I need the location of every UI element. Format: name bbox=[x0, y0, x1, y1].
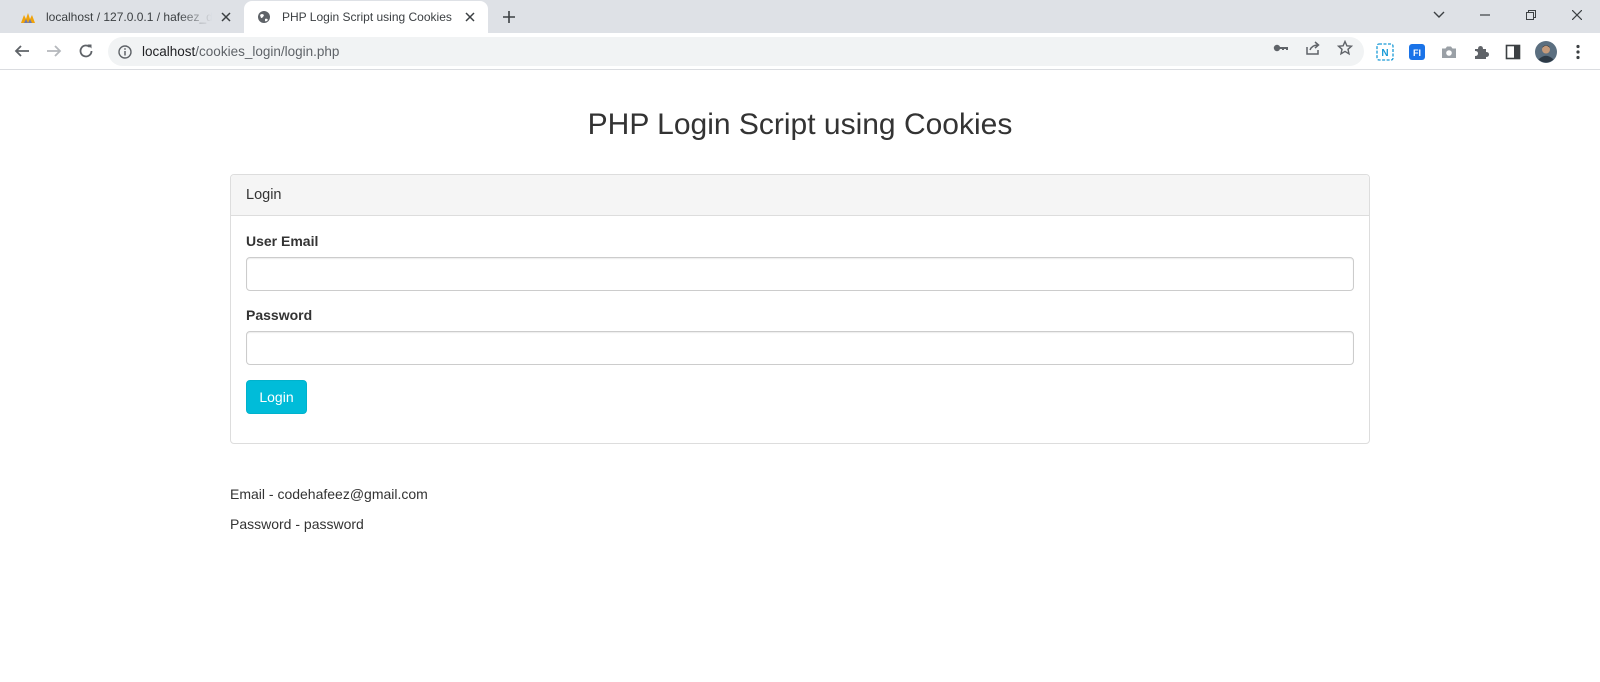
minimize-icon[interactable] bbox=[1462, 0, 1508, 30]
url-host: localhost bbox=[142, 44, 196, 59]
email-field[interactable] bbox=[246, 257, 1354, 291]
side-panel-icon[interactable] bbox=[1503, 42, 1523, 62]
panel-heading: Login bbox=[231, 175, 1369, 216]
browser-toolbar: localhost/cookies_login/login.php N FI bbox=[0, 33, 1600, 70]
credentials-email-text: Email - codehafeez@gmail.com bbox=[230, 486, 428, 502]
email-form-group: User Email bbox=[246, 233, 1354, 291]
password-form-group: Password bbox=[246, 307, 1354, 365]
extension-n-icon[interactable]: N bbox=[1375, 42, 1395, 62]
url-text: localhost/cookies_login/login.php bbox=[142, 44, 339, 59]
address-bar[interactable]: localhost/cookies_login/login.php bbox=[108, 37, 1364, 66]
password-label: Password bbox=[246, 307, 313, 323]
credentials-password-text: Password - password bbox=[230, 516, 364, 532]
menu-kebab-icon[interactable] bbox=[1568, 42, 1588, 62]
reload-icon[interactable] bbox=[75, 40, 97, 62]
forward-arrow-icon[interactable] bbox=[43, 40, 65, 62]
camera-icon[interactable] bbox=[1439, 42, 1459, 62]
key-icon[interactable] bbox=[1272, 39, 1290, 57]
close-icon[interactable] bbox=[218, 9, 234, 25]
share-icon[interactable] bbox=[1304, 39, 1322, 57]
tab-title: PHP Login Script using Cookies bbox=[282, 10, 452, 24]
info-icon[interactable] bbox=[117, 44, 133, 60]
email-label: User Email bbox=[246, 233, 319, 249]
back-arrow-icon[interactable] bbox=[11, 40, 33, 62]
password-field[interactable] bbox=[246, 331, 1354, 365]
tab-search-icon[interactable] bbox=[1416, 0, 1462, 30]
login-panel: Login User Email Password Login bbox=[230, 174, 1370, 444]
avatar[interactable] bbox=[1535, 41, 1557, 63]
tab-login-page[interactable]: PHP Login Script using Cookies bbox=[244, 1, 488, 33]
svg-text:N: N bbox=[1381, 48, 1388, 59]
new-tab-button[interactable] bbox=[500, 8, 518, 26]
globe-icon bbox=[256, 9, 272, 25]
tab-title: localhost / 127.0.0.1 / hafeez_db / bbox=[46, 9, 212, 24]
tab-phpmyadmin[interactable]: localhost / 127.0.0.1 / hafeez_db / bbox=[8, 0, 244, 33]
login-button[interactable]: Login bbox=[246, 380, 307, 414]
page-title: PHP Login Script using Cookies bbox=[587, 108, 1013, 141]
phpmyadmin-icon bbox=[20, 9, 36, 25]
extension-fi-icon[interactable]: FI bbox=[1407, 42, 1427, 62]
svg-text:FI: FI bbox=[1413, 48, 1421, 58]
star-icon[interactable] bbox=[1336, 39, 1354, 57]
close-icon[interactable] bbox=[462, 9, 478, 25]
restore-icon[interactable] bbox=[1508, 0, 1554, 30]
close-window-icon[interactable] bbox=[1554, 0, 1600, 30]
browser-tabstrip: localhost / 127.0.0.1 / hafeez_db / PHP … bbox=[0, 0, 1600, 33]
url-path: /cookies_login/login.php bbox=[195, 44, 340, 59]
extensions-puzzle-icon[interactable] bbox=[1471, 42, 1491, 62]
